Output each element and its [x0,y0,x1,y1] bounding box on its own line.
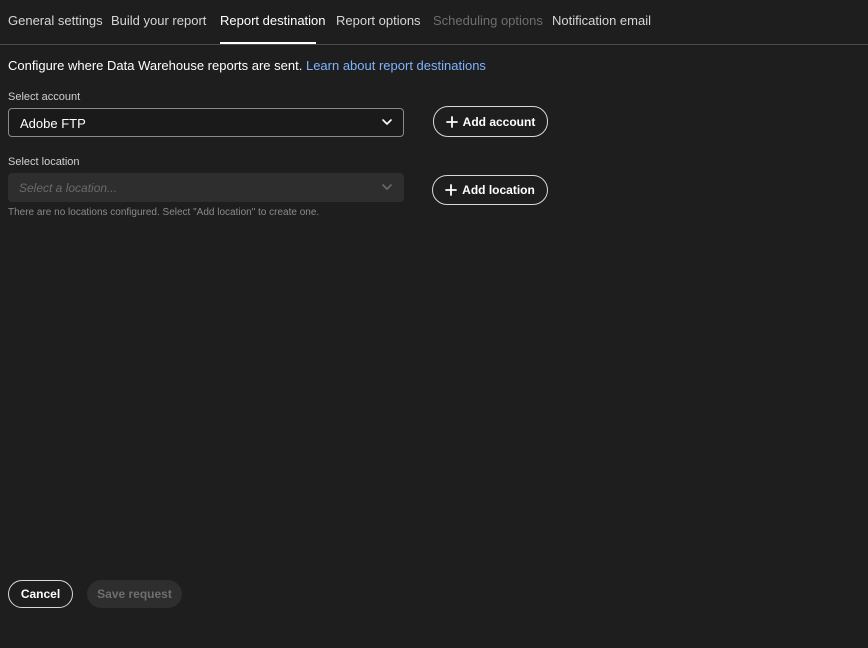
tab-report-destination[interactable]: Report destination [220,13,326,28]
save-request-button: Save request [87,580,182,608]
account-picker[interactable]: Adobe FTP [8,108,404,137]
chevron-down-icon [382,119,392,125]
cancel-button[interactable]: Cancel [8,580,73,608]
location-picker-placeholder: Select a location... [19,181,118,195]
add-account-label: Add account [462,114,536,129]
select-account-label: Select account [8,91,81,103]
tab-report-options[interactable]: Report options [336,13,421,28]
tab-notification-email[interactable]: Notification email [552,13,651,28]
tab-scheduling-options: Scheduling options [433,13,543,28]
intro-text: Configure where Data Warehouse reports a… [8,58,486,73]
location-helper-text: There are no locations configured. Selec… [8,207,320,218]
plus-icon [445,184,458,196]
location-picker: Select a location... [8,173,404,202]
active-tab-indicator [220,42,316,44]
add-location-label: Add location [462,183,535,197]
chevron-down-icon [382,184,392,190]
tab-bar: General settings Build your report Repor… [0,0,868,45]
add-location-button[interactable]: Add location [432,175,548,205]
plus-icon [445,115,458,128]
learn-more-link[interactable]: Learn about report destinations [306,58,486,73]
intro-description: Configure where Data Warehouse reports a… [8,58,303,73]
report-destination-page: General settings Build your report Repor… [0,0,868,648]
tab-general-settings[interactable]: General settings [8,13,103,28]
add-account-button[interactable]: Add account [433,106,548,137]
tab-build-your-report[interactable]: Build your report [111,13,206,28]
account-picker-value: Adobe FTP [20,116,86,131]
select-location-label: Select location [8,156,80,168]
